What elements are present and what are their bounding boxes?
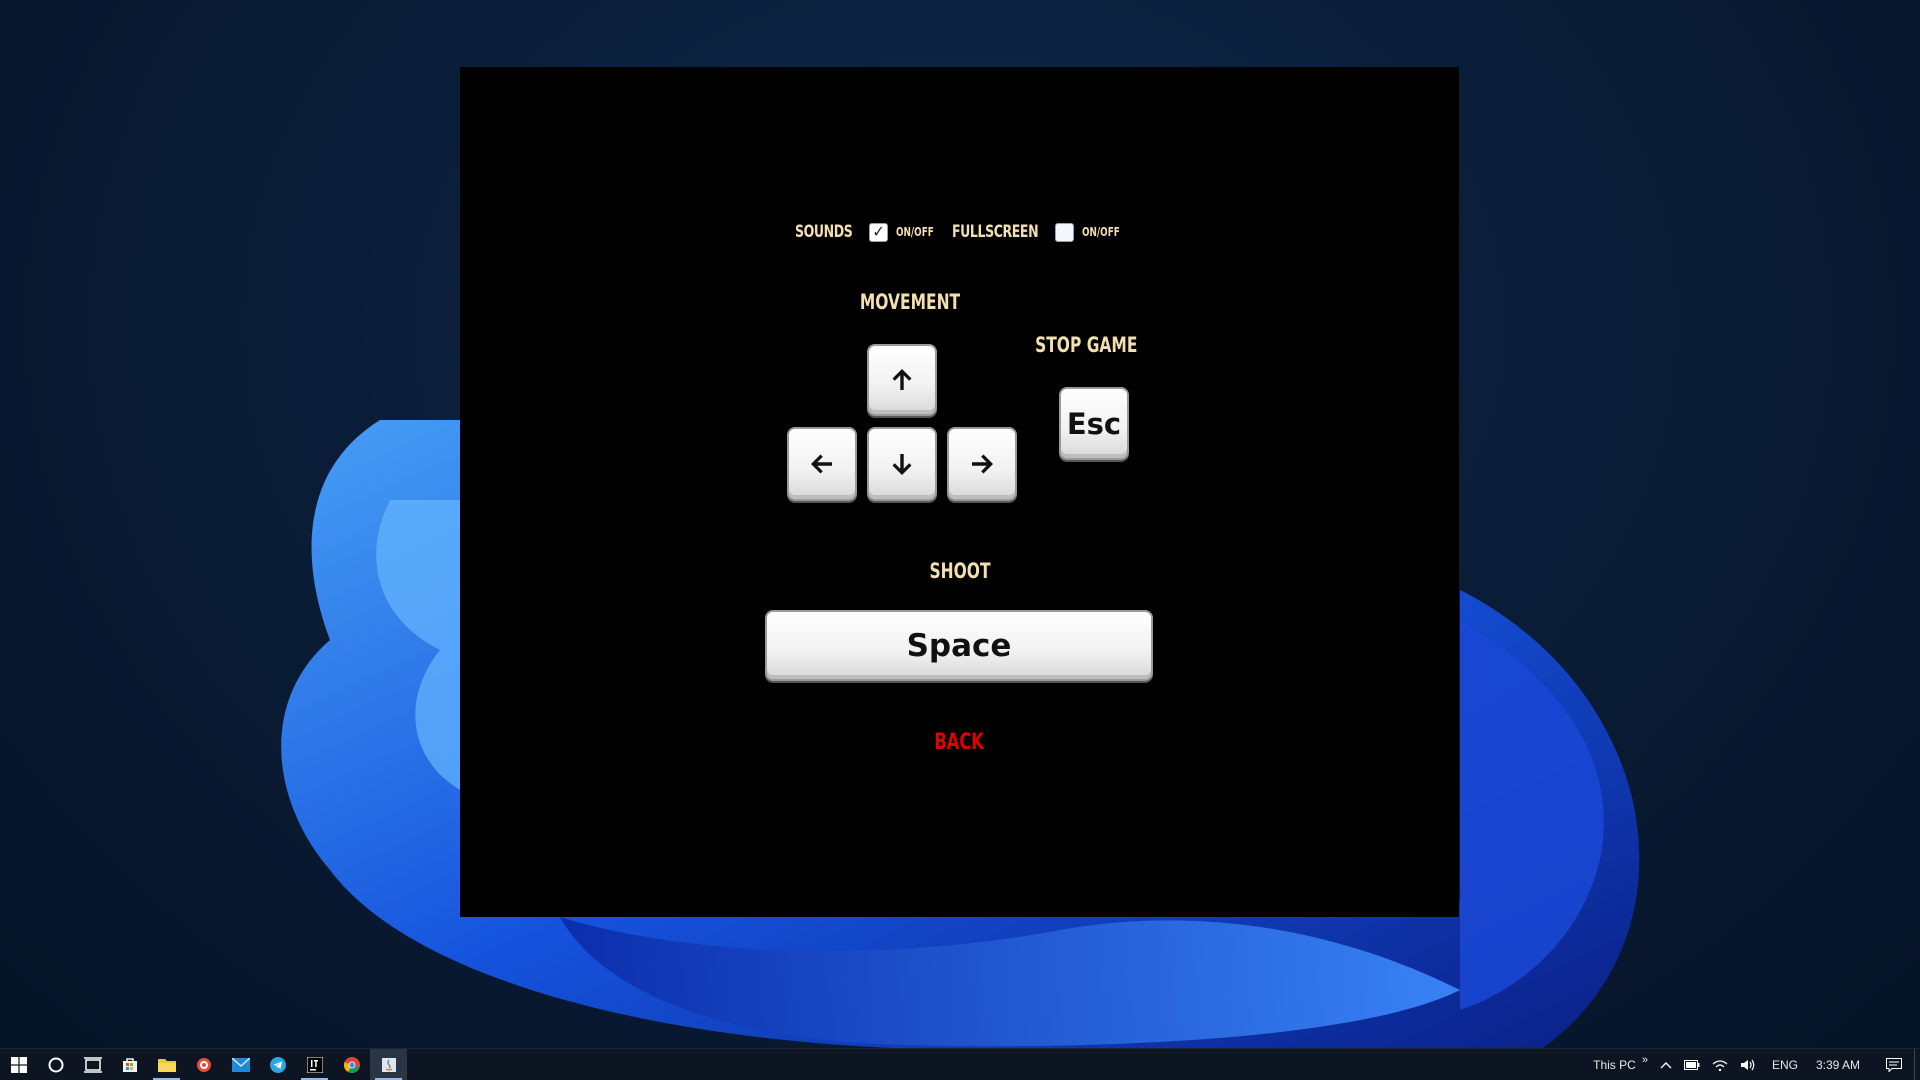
windows-start-icon[interactable]	[0, 1049, 37, 1080]
notifications-icon[interactable]	[1874, 1049, 1914, 1080]
sounds-toggle-label: ON/OFF	[896, 225, 934, 239]
task-view-icon[interactable]	[74, 1049, 111, 1080]
file-explorer-icon[interactable]	[148, 1049, 185, 1080]
store-icon[interactable]	[111, 1049, 148, 1080]
java-app-icon[interactable]	[370, 1049, 407, 1080]
this-pc-label: This PC	[1593, 1057, 1636, 1072]
clock-time: 3:39 AM	[1815, 1057, 1860, 1072]
shoot-heading: SHOOT	[929, 559, 991, 583]
chrome-icon[interactable]	[333, 1049, 370, 1080]
media-player-icon[interactable]	[185, 1049, 222, 1080]
left-arrow-key[interactable]	[787, 427, 857, 501]
fullscreen-checkbox[interactable]	[1055, 222, 1074, 242]
down-arrow-icon	[892, 454, 912, 475]
wifi-icon[interactable]	[1706, 1049, 1734, 1080]
language-label: ENG	[1771, 1057, 1798, 1072]
space-key-label: Space	[906, 627, 1012, 664]
show-desktop-button[interactable]	[1914, 1049, 1920, 1080]
this-pc-toolbar[interactable]: This PC »	[1587, 1049, 1654, 1080]
intellij-icon[interactable]	[296, 1049, 333, 1080]
show-hidden-icons-icon[interactable]	[1654, 1049, 1678, 1080]
sounds-label: SOUNDS	[795, 222, 853, 242]
mail-icon[interactable]	[222, 1049, 259, 1080]
back-label: BACK	[934, 730, 985, 755]
right-arrow-key[interactable]	[947, 427, 1017, 501]
fullscreen-toggle-label: ON/OFF	[1082, 225, 1120, 239]
options-row: SOUNDS ✓ ON/OFF FULLSCREEN ON/OFF	[795, 217, 1132, 247]
sounds-checkbox[interactable]: ✓	[869, 222, 888, 242]
telegram-icon[interactable]	[259, 1049, 296, 1080]
game-settings-window: SOUNDS ✓ ON/OFF FULLSCREEN ON/OFF MOVEME…	[460, 67, 1459, 917]
back-button[interactable]: BACK	[460, 730, 1459, 755]
battery-icon[interactable]	[1678, 1049, 1706, 1080]
down-arrow-key[interactable]	[867, 427, 937, 501]
clock[interactable]: 3:39 AM	[1808, 1049, 1874, 1080]
taskbar: This PC » ENG 3:39 AM	[0, 1048, 1920, 1080]
volume-icon[interactable]	[1734, 1049, 1762, 1080]
fullscreen-label: FULLSCREEN	[952, 222, 1039, 242]
language-indicator[interactable]: ENG	[1762, 1049, 1808, 1080]
esc-key[interactable]: Esc	[1059, 387, 1129, 460]
stop-game-heading: STOP GAME	[1035, 333, 1138, 357]
up-arrow-key[interactable]	[867, 344, 937, 416]
up-arrow-icon	[892, 369, 912, 390]
right-arrow-icon	[972, 454, 993, 474]
toolbar-overflow-icon[interactable]: »	[1642, 1054, 1648, 1066]
left-arrow-icon	[811, 454, 832, 474]
space-key[interactable]: Space	[765, 610, 1153, 681]
cortana-search-icon[interactable]	[37, 1049, 74, 1080]
system-tray: This PC » ENG 3:39 AM	[1587, 1049, 1920, 1080]
movement-heading: MOVEMENT	[859, 290, 961, 314]
esc-key-label: Esc	[1066, 406, 1122, 441]
